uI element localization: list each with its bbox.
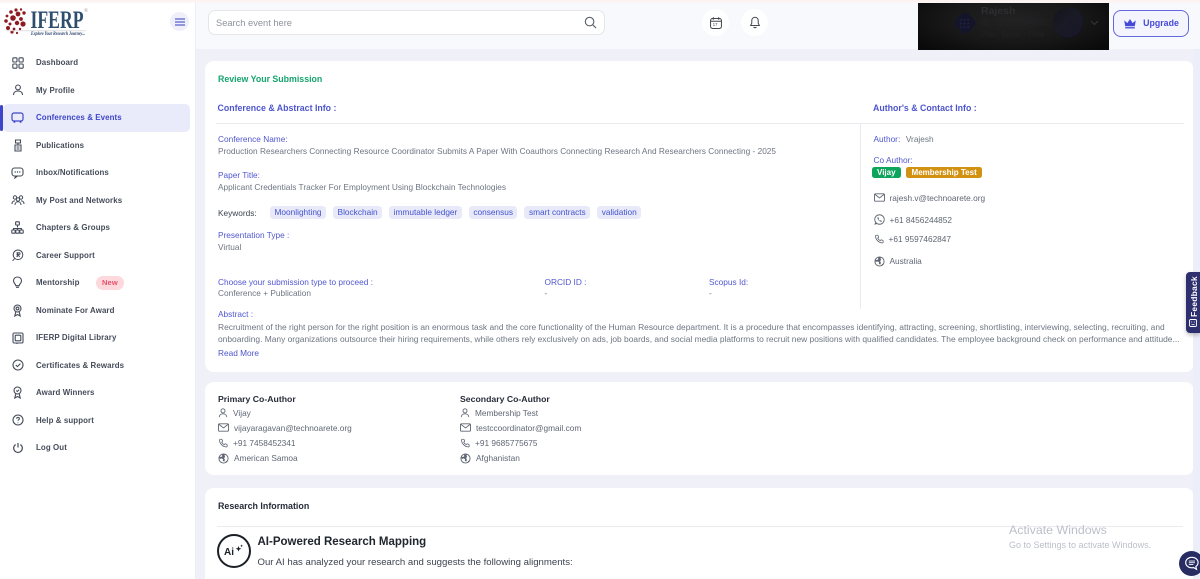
svg-text:®: ® (84, 7, 88, 14)
svg-text:IFERP: IFERP (31, 7, 84, 34)
svg-text:17: 17 (712, 22, 717, 27)
svg-text:Ai: Ai (224, 547, 234, 558)
svg-text:Explore Your Research Journey.: Explore Your Research Journey... (30, 32, 85, 37)
